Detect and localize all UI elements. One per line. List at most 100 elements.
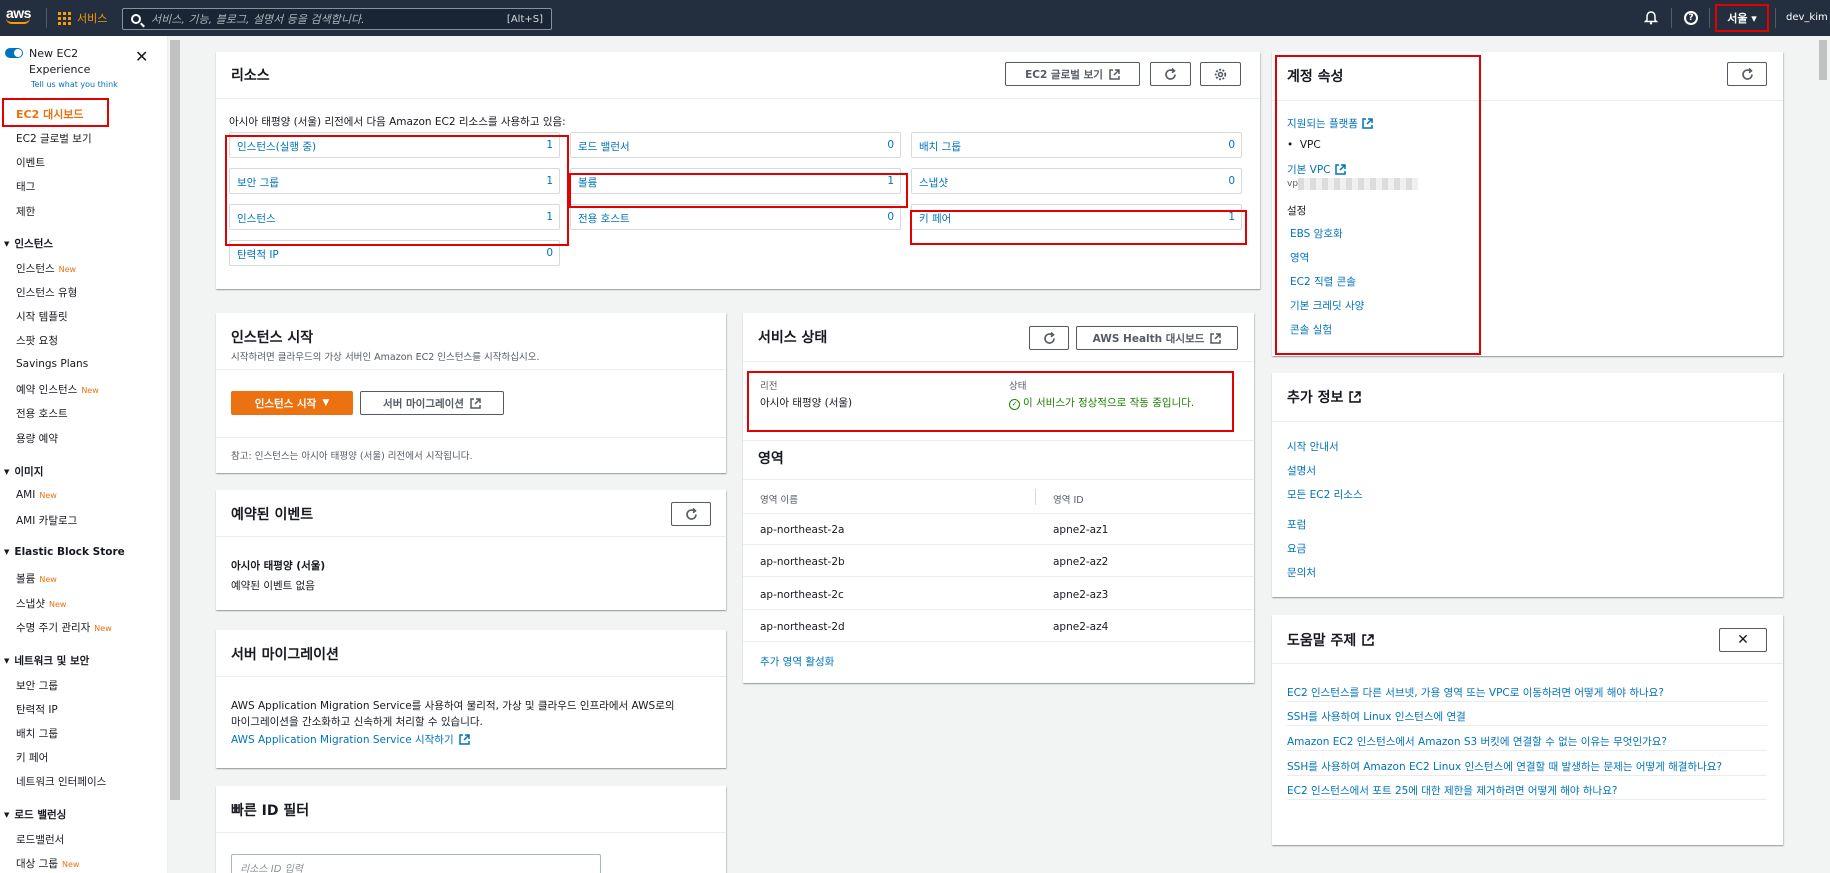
- ec2-global-view-button[interactable]: EC2 글로벌 보기: [1005, 62, 1140, 86]
- help-topic-link[interactable]: Amazon EC2 인스턴스에서 Amazon S3 버킷에 연결할 수 없는…: [1287, 734, 1667, 749]
- resource-snapshots[interactable]: 스냅샷 0: [911, 168, 1242, 194]
- migration-description-1: AWS Application Migration Service를 사용하여 …: [231, 700, 675, 712]
- settings-button[interactable]: [1200, 62, 1241, 86]
- sidebar-item-spot-requests[interactable]: 스팟 요청: [16, 333, 58, 348]
- events-none: 예약된 이벤트 없음: [231, 580, 315, 592]
- external-link-icon: [1109, 68, 1120, 80]
- launch-instance-button[interactable]: 인스턴스 시작 ▼: [231, 391, 353, 415]
- external-link-icon: [1349, 391, 1362, 403]
- resource-id-input[interactable]: 리소스 ID 입력: [231, 854, 601, 873]
- top-nav: aws 서비스 서비스, 기능, 블로그, 설명서 등을 검색합니다. [Alt…: [0, 0, 1830, 36]
- help-topic-link[interactable]: SSH를 사용하여 Linux 인스턴스에 연결: [1287, 709, 1466, 724]
- sidebar-item-reserved-instances[interactable]: 예약 인스턴스 New: [16, 382, 99, 397]
- launch-title: 인스턴스 시작: [231, 330, 314, 346]
- refresh-button[interactable]: [1150, 62, 1191, 86]
- resource-load-balancers[interactable]: 로드 밸런서 0: [570, 132, 901, 158]
- new-experience-label: New EC2 Experience: [29, 47, 91, 76]
- zones-col-name: 영역 이름: [760, 495, 798, 506]
- zone-name: ap-northeast-2d: [760, 621, 845, 633]
- bell-icon[interactable]: [1643, 11, 1659, 25]
- caret-down-icon: ▼: [322, 398, 330, 408]
- migration-get-started-link[interactable]: AWS Application Migration Service 시작하기: [231, 732, 470, 747]
- resources-panel: 리소스 EC2 글로벌 보기 아시아 태평양 (서울) 리전에서 다음 Amaz…: [216, 52, 1260, 289]
- health-title: 서비스 상태: [758, 330, 828, 346]
- all-ec2-resources-link[interactable]: 모든 EC2 리소스: [1287, 487, 1363, 502]
- sidebar-item-savings-plans[interactable]: Savings Plans: [16, 358, 88, 370]
- sidebar-item-ami-catalog[interactable]: AMI 카탈로그: [16, 513, 77, 528]
- sidebar-item-launch-templates[interactable]: 시작 템플릿: [16, 309, 68, 324]
- sidebar-group-network-security[interactable]: 네트워크 및 보안: [4, 653, 89, 668]
- refresh-icon: [1741, 67, 1753, 80]
- sidebar-group-instances[interactable]: 인스턴스: [4, 236, 53, 251]
- help-topic-link[interactable]: EC2 인스턴스를 다른 서브넷, 가용 영역 또는 VPC로 이동하려면 어떻…: [1287, 685, 1664, 700]
- sidebar-item-capacity-reservations[interactable]: 용량 예약: [16, 431, 58, 446]
- highlight-key-pairs: [910, 210, 1247, 245]
- help-topic-link[interactable]: EC2 인스턴스에서 포트 25에 대한 제한을 제거하려면 어떻게 해야 하나…: [1287, 783, 1617, 798]
- sidebar-scrollbar-thumb[interactable]: [170, 40, 180, 800]
- help-topic-link[interactable]: SSH를 사용하여 Amazon EC2 Linux 인스턴스에 연결할 때 발…: [1287, 759, 1722, 774]
- help-icon[interactable]: ?: [1684, 11, 1698, 25]
- sidebar-item-tags[interactable]: 태그: [16, 179, 35, 194]
- sidebar-item-lifecycle-manager[interactable]: 수명 주기 관리자 New: [16, 620, 112, 635]
- resources-title: 리소스: [231, 68, 270, 84]
- zone-name: ap-northeast-2b: [760, 556, 845, 568]
- sidebar-item-security-groups[interactable]: 보안 그룹: [16, 678, 58, 693]
- sidebar-item-placement-groups[interactable]: 배치 그룹: [16, 726, 58, 741]
- external-link-icon: [1210, 332, 1222, 344]
- sidebar-item-ami[interactable]: AMI New: [16, 489, 57, 501]
- sidebar-item-dedicated-hosts[interactable]: 전용 호스트: [16, 406, 68, 421]
- sidebar-group-ebs[interactable]: Elastic Block Store: [4, 546, 124, 558]
- sidebar-item-network-interfaces[interactable]: 네트워크 인터페이스: [16, 774, 106, 789]
- refresh-icon: [1043, 331, 1055, 344]
- sidebar-item-dashboard[interactable]: EC2 대시보드: [2, 98, 109, 127]
- zone-name: ap-northeast-2c: [760, 589, 844, 601]
- gear-icon: [1214, 68, 1227, 80]
- help-topics-close-button[interactable]: ✕: [1719, 628, 1767, 652]
- sidebar-item-global-view[interactable]: EC2 글로벌 보기: [16, 131, 92, 146]
- health-refresh-button[interactable]: [1029, 326, 1069, 350]
- page-scrollbar[interactable]: [1816, 36, 1830, 873]
- account-refresh-button[interactable]: [1727, 62, 1767, 86]
- sidebar: New EC2 Experience Tell us what you thin…: [0, 36, 168, 873]
- sidebar-item-volumes[interactable]: 볼륨 New: [16, 571, 57, 586]
- help-topics-title: 도움말 주제: [1287, 630, 1375, 650]
- feedback-link[interactable]: Tell us what you think: [31, 80, 118, 89]
- aws-health-dashboard-button[interactable]: AWS Health 대시보드: [1076, 326, 1238, 350]
- contact-link[interactable]: 문의처: [1287, 565, 1316, 580]
- sidebar-item-elastic-ips[interactable]: 탄력적 IP: [16, 702, 58, 717]
- sidebar-item-key-pairs[interactable]: 키 페어: [16, 750, 48, 765]
- launch-description: 시작하려면 클라우드의 가상 서버인 Amazon EC2 인스턴스를 시작하십…: [231, 352, 540, 363]
- resource-placement-groups[interactable]: 배치 그룹 0: [911, 132, 1242, 158]
- events-title: 예약된 이벤트: [231, 507, 314, 523]
- sidebar-group-load-balancing[interactable]: 로드 밸런싱: [4, 807, 66, 822]
- getting-started-guide-link[interactable]: 시작 안내서: [1287, 439, 1339, 454]
- sidebar-item-instance-types[interactable]: 인스턴스 유형: [16, 285, 77, 300]
- forums-link[interactable]: 포럼: [1287, 517, 1306, 532]
- sidebar-item-snapshots[interactable]: 스냅샷 New: [16, 596, 66, 611]
- close-icon[interactable]: ✕: [135, 49, 148, 65]
- server-migration-button[interactable]: 서버 마이그레이션: [360, 391, 504, 415]
- external-link-icon: [470, 397, 481, 409]
- documentation-link[interactable]: 설명서: [1287, 463, 1316, 478]
- services-menu-button[interactable]: 서비스: [58, 10, 107, 26]
- aws-logo[interactable]: aws: [6, 6, 38, 30]
- sidebar-item-load-balancers[interactable]: 로드밸런서: [16, 832, 64, 847]
- events-refresh-button[interactable]: [671, 502, 711, 526]
- new-experience-toggle[interactable]: [5, 48, 23, 58]
- user-menu[interactable]: dev_kim ▾: [1786, 12, 1830, 23]
- sidebar-item-target-groups[interactable]: 대상 그룹 New: [16, 856, 79, 871]
- pricing-link[interactable]: 요금: [1287, 541, 1306, 556]
- enable-additional-zones-link[interactable]: 추가 영역 활성화: [760, 654, 834, 669]
- search-input[interactable]: 서비스, 기능, 블로그, 설명서 등을 검색합니다. [Alt+S]: [122, 8, 552, 30]
- page-scrollbar-thumb[interactable]: [1819, 40, 1827, 80]
- sidebar-item-instances[interactable]: 인스턴스 New: [16, 261, 76, 276]
- zones-col-id: 영역 ID: [1053, 495, 1084, 506]
- sidebar-item-limits[interactable]: 제한: [16, 204, 35, 219]
- search-icon: [131, 14, 141, 24]
- migration-description-2: 마이그레이션을 간소화하고 신속하게 처리할 수 있습니다.: [231, 716, 483, 728]
- region-selector[interactable]: 서울 ▾: [1715, 4, 1769, 32]
- highlight-instances-group: [225, 135, 569, 246]
- sidebar-group-images[interactable]: 이미지: [4, 464, 43, 479]
- sidebar-item-events[interactable]: 이벤트: [16, 155, 45, 170]
- migration-title: 서버 마이그레이션: [231, 647, 339, 663]
